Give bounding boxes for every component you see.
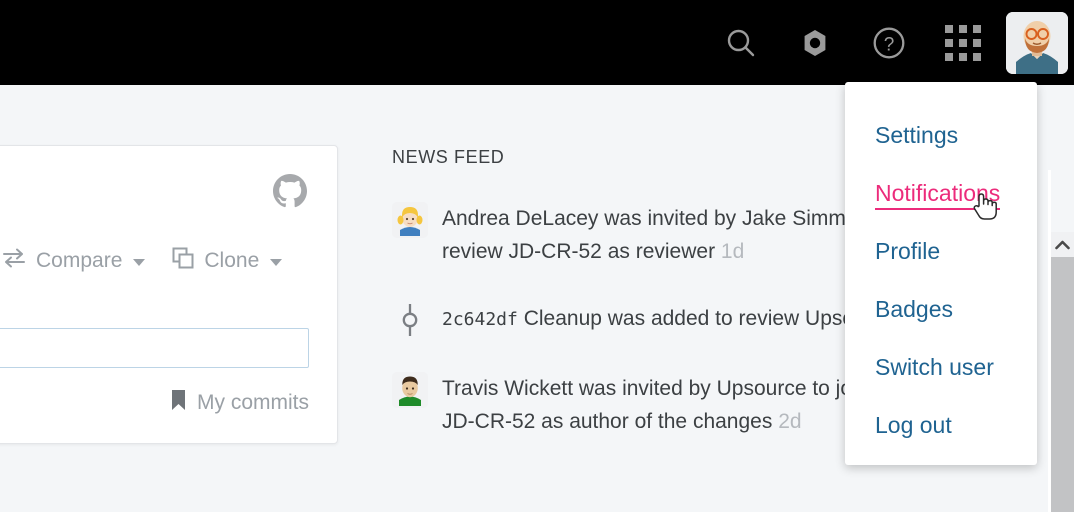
commit-hash[interactable]: 2c642df [442,309,518,330]
feed-item-time: 2d [778,410,802,433]
github-icon [271,172,309,215]
menu-item-settings[interactable]: Settings [845,106,1037,164]
menu-item-switch-user[interactable]: Switch user [845,338,1037,396]
apps-grid-icon[interactable] [926,0,1000,85]
avatar-travis-wickett [392,372,428,408]
copy-windows-icon [171,246,195,276]
clone-button[interactable]: Clone [171,246,283,276]
menu-item-badges[interactable]: Badges [845,280,1037,338]
top-header-bar: ? [0,0,1074,85]
repository-card: Compare Clone My commits [0,145,338,444]
chevron-down-icon [270,259,283,266]
feed-item-body: Cleanup was added to review Upsource [523,307,895,330]
scrollbar-thumb[interactable] [1051,257,1074,512]
chevron-down-icon [133,259,146,266]
compare-label: Compare [36,249,123,272]
avatar [1006,11,1068,74]
settings-gear-icon[interactable] [778,0,852,85]
my-commits-label: My commits [197,391,309,414]
bookmark-icon [170,389,187,417]
header-icon-group: ? [704,0,1074,85]
scrollbar-up-button[interactable] [1051,232,1074,257]
avatar-andrea-delacey [392,202,428,238]
app-screen: ? Compare Clone My commits NEWS FEED And… [0,0,1074,512]
commit-search-field[interactable] [0,328,309,368]
menu-item-profile[interactable]: Profile [845,222,1037,280]
menu-item-notifications[interactable]: Notifications [845,164,1037,222]
svg-text:?: ? [884,34,895,55]
feed-item-time: 1d [720,240,745,263]
compare-button[interactable]: Compare [1,247,146,275]
search-input[interactable] [0,329,308,367]
menu-item-log-out[interactable]: Log out [845,396,1037,454]
clone-label: Clone [204,249,260,272]
help-question-icon[interactable]: ? [852,0,926,85]
vertical-scrollbar[interactable] [1048,170,1074,512]
user-avatar-button[interactable] [1000,0,1074,85]
compare-arrows-icon [1,247,27,275]
commit-node-icon [392,302,428,338]
my-commits-filter[interactable]: My commits [170,389,309,417]
repository-actions: Compare Clone [0,246,339,276]
apps-grid-dots [945,24,981,61]
user-dropdown-menu: Settings Notifications Profile Badges Sw… [845,82,1037,465]
search-icon[interactable] [704,0,778,85]
